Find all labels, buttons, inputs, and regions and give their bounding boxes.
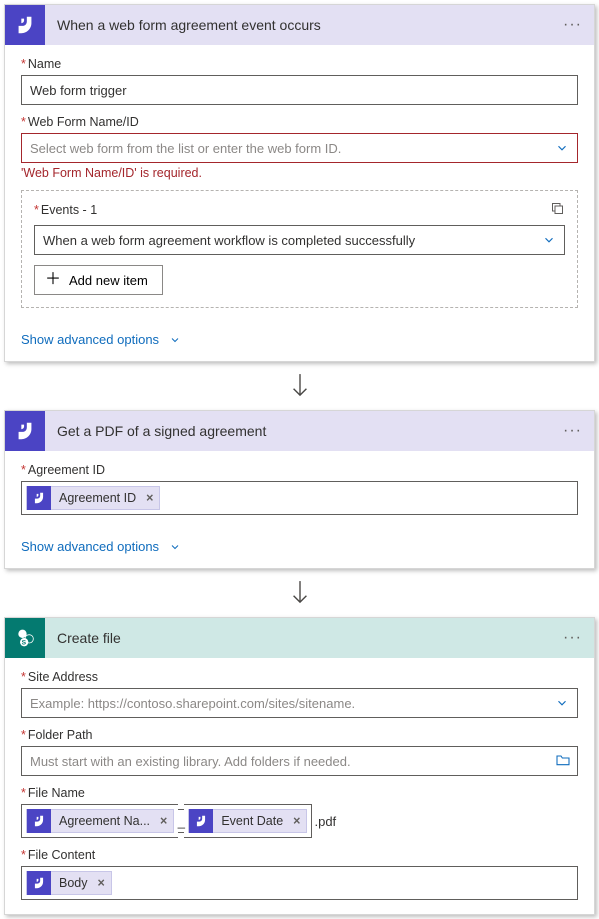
chevron-down-icon — [555, 141, 569, 155]
name-label: Name — [21, 57, 578, 71]
agreement-id-label: Agreement ID — [21, 463, 578, 477]
events-group: Events - 1 When a web form agreement wor… — [21, 190, 578, 308]
chevron-down-icon — [169, 541, 181, 553]
webform-select[interactable]: Select web form from the list or enter t… — [21, 133, 578, 163]
webform-label: Web Form Name/ID — [21, 115, 578, 129]
add-item-label: Add new item — [69, 273, 148, 288]
name-input[interactable] — [21, 75, 578, 105]
sharepoint-icon: S — [5, 618, 45, 658]
action-pdf-title: Get a PDF of a signed agreement — [45, 423, 551, 439]
adobe-icon — [5, 411, 45, 451]
file-suffix-text: .pdf — [312, 814, 336, 829]
show-advanced-link[interactable]: Show advanced options — [5, 322, 594, 361]
trigger-card: When a web form agreement event occurs ·… — [4, 4, 595, 362]
more-menu-icon[interactable]: ··· — [551, 629, 594, 647]
folder-path-label: Folder Path — [21, 728, 578, 742]
flow-arrow-icon — [4, 569, 595, 617]
action-createfile-card: S Create file ··· Site Address Example: … — [4, 617, 595, 915]
file-content-label: File Content — [21, 848, 578, 862]
folder-picker-icon[interactable] — [555, 752, 571, 771]
action-pdf-card: Get a PDF of a signed agreement ··· Agre… — [4, 410, 595, 569]
file-name-label: File Name — [21, 786, 578, 800]
adobe-icon — [27, 871, 51, 895]
add-new-item-button[interactable]: ＋ Add new item — [34, 265, 163, 295]
file-name-input[interactable]: Agreement Na... × — [21, 804, 178, 838]
events-label: Events - 1 — [34, 203, 97, 217]
action-pdf-header[interactable]: Get a PDF of a signed agreement ··· — [5, 411, 594, 451]
more-menu-icon[interactable]: ··· — [551, 16, 594, 34]
action-pdf-body: Agreement ID Agreement ID × — [5, 451, 594, 529]
agreement-id-input[interactable]: Agreement ID × — [21, 481, 578, 515]
adobe-icon — [27, 809, 51, 833]
remove-token-icon[interactable]: × — [287, 814, 306, 828]
token-agreement-name[interactable]: Agreement Na... × — [26, 809, 174, 833]
plus-icon: ＋ — [45, 272, 61, 288]
adobe-icon — [5, 5, 45, 45]
trigger-body: Name Web Form Name/ID Select web form fr… — [5, 45, 594, 322]
site-address-placeholder: Example: https://contoso.sharepoint.com/… — [30, 696, 355, 711]
remove-token-icon[interactable]: × — [92, 876, 111, 890]
action-createfile-title: Create file — [45, 630, 551, 646]
more-menu-icon[interactable]: ··· — [551, 422, 594, 440]
chevron-down-icon — [555, 696, 569, 710]
webform-error: 'Web Form Name/ID' is required. — [21, 166, 578, 180]
file-content-input[interactable]: Body × — [21, 866, 578, 900]
action-createfile-body: Site Address Example: https://contoso.sh… — [5, 658, 594, 914]
token-body[interactable]: Body × — [26, 871, 112, 895]
duplicate-icon[interactable] — [550, 201, 565, 219]
show-advanced-link[interactable]: Show advanced options — [5, 529, 594, 568]
webform-placeholder: Select web form from the list or enter t… — [30, 141, 341, 156]
chevron-down-icon — [169, 334, 181, 346]
token-event-date[interactable]: Event Date × — [188, 809, 307, 833]
adobe-icon — [189, 809, 213, 833]
remove-token-icon[interactable]: × — [154, 814, 173, 828]
trigger-title: When a web form agreement event occurs — [45, 17, 551, 33]
remove-token-icon[interactable]: × — [140, 491, 159, 505]
folder-path-input[interactable]: Must start with an existing library. Add… — [21, 746, 578, 776]
svg-text:S: S — [22, 640, 27, 647]
token-agreement-id[interactable]: Agreement ID × — [26, 486, 160, 510]
action-createfile-header[interactable]: S Create file ··· — [5, 618, 594, 658]
events-value: When a web form agreement workflow is co… — [43, 233, 415, 248]
trigger-header[interactable]: When a web form agreement event occurs ·… — [5, 5, 594, 45]
site-address-label: Site Address — [21, 670, 578, 684]
file-name-input-2[interactable]: Event Date × — [184, 804, 312, 838]
chevron-down-icon — [542, 233, 556, 247]
events-select[interactable]: When a web form agreement workflow is co… — [34, 225, 565, 255]
site-address-select[interactable]: Example: https://contoso.sharepoint.com/… — [21, 688, 578, 718]
adobe-icon — [27, 486, 51, 510]
folder-path-placeholder: Must start with an existing library. Add… — [30, 754, 351, 769]
flow-arrow-icon — [4, 362, 595, 410]
